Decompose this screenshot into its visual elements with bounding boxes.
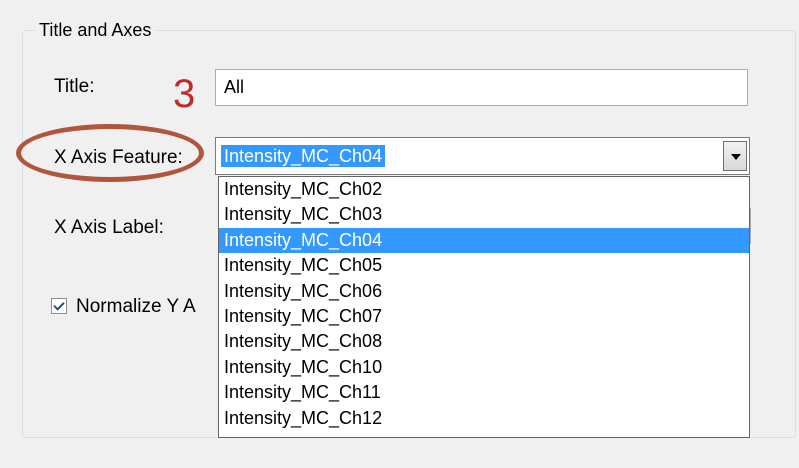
dropdown-arrow-icon[interactable]	[723, 141, 747, 171]
x-axis-feature-combobox[interactable]: Intensity_MC_Ch04	[215, 137, 750, 175]
title-input[interactable]: All	[215, 69, 748, 106]
dropdown-item[interactable]: Intensity_MC_Ch06	[219, 279, 749, 304]
dropdown-item[interactable]: Intensity_MC_Ch10	[219, 355, 749, 380]
dropdown-item[interactable]: Intensity_MC_Ch07	[219, 304, 749, 329]
x-axis-label-label: X Axis Label:	[54, 217, 164, 238]
group-title: Title and Axes	[35, 19, 156, 41]
x-axis-feature-selected-value: Intensity_MC_Ch04	[221, 145, 386, 167]
annotation-highlight-ellipse	[16, 124, 204, 182]
title-label: Title:	[54, 76, 95, 97]
dropdown-item-selected[interactable]: Intensity_MC_Ch04	[219, 227, 749, 254]
dropdown-item[interactable]: Intensity_MC_Ch08	[219, 329, 749, 354]
normalize-label: Normalize Y A	[76, 296, 196, 317]
dropdown-item[interactable]: Intensity_MC_Ch03	[219, 202, 749, 227]
x-axis-feature-dropdown-list[interactable]: Intensity_MC_Ch02 Intensity_MC_Ch03 Inte…	[218, 176, 750, 438]
dropdown-item[interactable]: Intensity_MC_Ch11	[219, 380, 749, 405]
dropdown-item[interactable]: Intensity_MC_Ch12	[219, 406, 749, 431]
x-axis-label-input-edge	[750, 208, 751, 244]
dropdown-item[interactable]: Intensity_MC_Ch05	[219, 253, 749, 278]
title-input-value: All	[224, 77, 245, 97]
normalize-checkbox[interactable]	[51, 298, 67, 314]
dropdown-item[interactable]: Intensity_MC_Ch02	[219, 177, 749, 202]
dialog-panel: Title and Axes Title: All 3 X Axis Featu…	[0, 0, 799, 468]
annotation-step-number: 3	[173, 72, 196, 116]
